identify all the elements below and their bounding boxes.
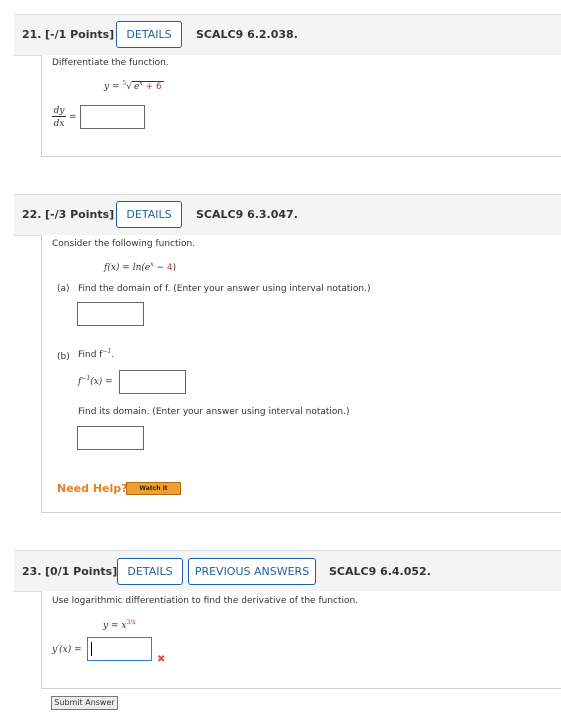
q23-code: SCALC9 6.4.052.: [329, 565, 431, 578]
q22-points: [-/3 Points]: [45, 208, 115, 221]
q23-details-button[interactable]: DETAILS: [117, 558, 183, 585]
q23-func-exp: 3/x: [126, 619, 136, 626]
q22-part-a-text: Find the domain of f. (Enter your answer…: [78, 284, 371, 294]
q21-equals: =: [69, 112, 77, 122]
q22-inverse-domain-input[interactable]: [77, 426, 144, 450]
q22-part-b-find: Find f: [78, 350, 103, 360]
q21-prompt: Differentiate the function.: [52, 58, 169, 68]
q21-details-button[interactable]: DETAILS: [116, 21, 182, 48]
q21-points: [-/1 Points]: [45, 28, 115, 41]
q22-part-b-label: (b): [57, 352, 70, 362]
wrong-answer-icon: ✖: [157, 654, 166, 665]
q22-prompt: Consider the following function.: [52, 239, 196, 249]
q23-func-lhs: y = x: [103, 621, 127, 631]
q23-function: y = x3/x: [103, 619, 136, 631]
q22-func-close: ): [172, 263, 177, 273]
q22-details-button[interactable]: DETAILS: [116, 201, 182, 228]
q22-part-b-period: .: [111, 350, 115, 360]
q22-function: f(x) = ln(ex − 4): [104, 261, 176, 273]
q22-inverse-input[interactable]: [119, 370, 186, 394]
q21-func-lhs: y =: [104, 82, 120, 92]
q22-domain-input[interactable]: [77, 302, 144, 326]
watch-it-button[interactable]: Watch It: [126, 482, 181, 495]
q23-answer-input[interactable]: [87, 637, 152, 661]
q22-finv-tail: (x) =: [90, 377, 113, 387]
q21-dy: dy: [52, 106, 66, 117]
q21-radicand: ex + 6: [131, 80, 164, 92]
q22-part-b-sup: −1: [102, 348, 112, 355]
q21-number: 21.: [22, 28, 42, 41]
q22-domain-text: Find its domain. (Enter your answer usin…: [78, 407, 350, 417]
q21-dx: dx: [53, 119, 65, 129]
submit-answer-button[interactable]: Submit Answer: [51, 696, 118, 710]
q23-prompt: Use logarithmic differentiation to find …: [52, 596, 359, 606]
q22-part-a-label: (a): [57, 284, 70, 294]
q23-number: 23.: [22, 565, 42, 578]
q22-code: SCALC9 6.3.047.: [196, 208, 298, 221]
q22-func: f(x) = ln(e: [104, 263, 151, 273]
q22-finv-sup: −1: [81, 375, 91, 382]
q22-number: 22.: [22, 208, 42, 221]
q22-part-b-text: Find f−1.: [78, 348, 114, 360]
q21-function: y = 5√ ex + 6: [104, 80, 164, 92]
q21-answer-input[interactable]: [80, 105, 145, 129]
q23-points: [0/1 Points]: [45, 565, 118, 578]
q22-finv-label: f−1(x) =: [78, 375, 113, 387]
text-cursor: [91, 642, 92, 656]
q23-answer-label: y′(x) =: [52, 645, 82, 655]
q21-code: SCALC9 6.2.038.: [196, 28, 298, 41]
q22-func-minus: −: [153, 263, 167, 273]
q23-previous-answers-button[interactable]: PREVIOUS ANSWERS: [188, 558, 316, 585]
need-help-label: Need Help?: [57, 482, 128, 495]
q21-radicand-tail: + 6: [145, 82, 162, 92]
q21-radicand-exp: x: [139, 80, 143, 87]
